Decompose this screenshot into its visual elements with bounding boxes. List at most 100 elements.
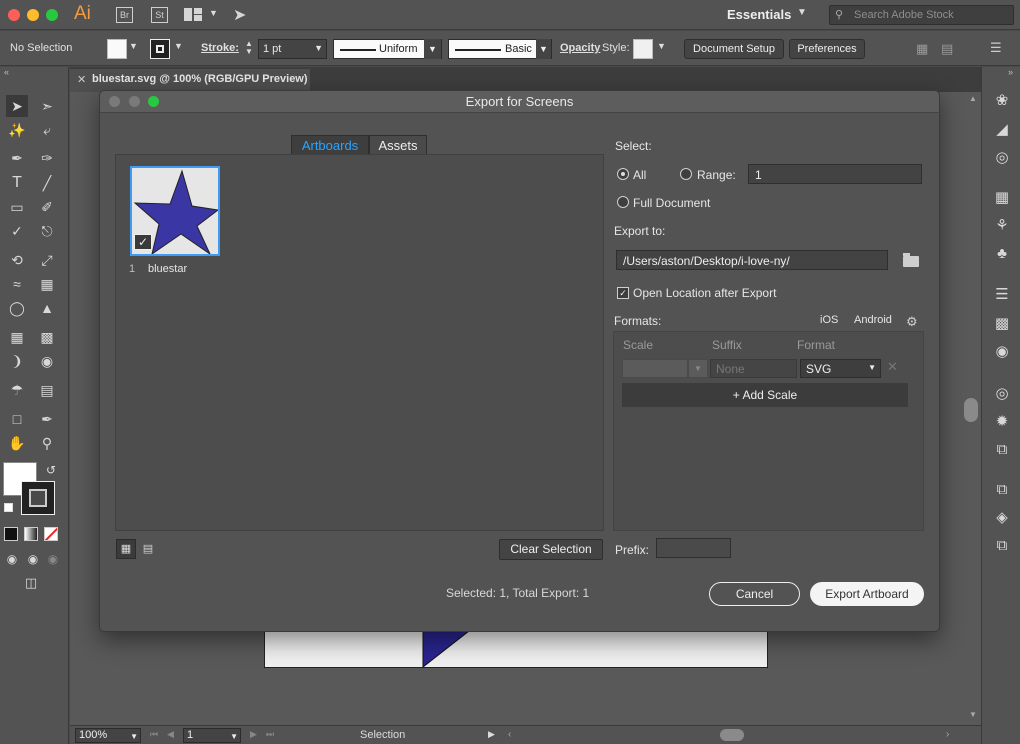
open-location-checkbox[interactable]: ✓ [617,287,629,299]
rotate-tool-icon[interactable]: ⟲ [6,249,28,271]
brushes-panel-icon[interactable]: ⚘ [991,215,1013,237]
prefix-input[interactable] [656,538,731,558]
column-graph-tool-icon[interactable]: ▤ [36,379,58,401]
align-icon[interactable]: ▦ [916,41,928,57]
list-view-button[interactable]: ▤ [138,539,158,559]
android-preset-button[interactable]: Android [854,314,892,326]
ios-preset-button[interactable]: iOS [820,314,838,326]
document-setup-button[interactable]: Document Setup [684,39,784,59]
scroll-right-icon[interactable]: › [946,729,949,740]
dialog-close-button[interactable] [109,96,120,107]
direct-selection-tool-icon[interactable]: ➣ [36,95,58,117]
draw-behind-icon[interactable]: ◉ [22,548,44,570]
curvature-tool-icon[interactable]: ✑ [36,147,58,169]
star-shape-fragment[interactable] [265,631,767,667]
color-panel-icon[interactable]: ❀ [991,90,1013,112]
color-themes-icon[interactable]: ◎ [991,147,1013,169]
variable-width-profile-dropdown[interactable]: Uniform ▼ [333,39,442,59]
free-transform-tool-icon[interactable]: ▦ [36,273,58,295]
color-guide-icon[interactable]: ◢ [991,119,1013,141]
shaper-tool-icon[interactable]: ✓ [6,220,28,242]
stroke-weight-stepper[interactable]: ▲ ▼ [243,40,255,58]
zoom-tool-icon[interactable]: ⚲ [36,432,58,454]
brush-definition-dropdown[interactable]: Basic ▼ [448,39,552,59]
panel-menu-icon[interactable]: ☰ [990,40,1002,56]
symbols-panel-icon[interactable]: ♣ [991,243,1013,265]
gear-icon[interactable]: ⚙ [906,314,918,330]
shape-builder-tool-icon[interactable]: ◯ [6,297,28,319]
fill-swatch[interactable] [107,39,127,59]
swap-colors-icon[interactable]: ↺ [46,463,56,477]
stroke-weight-dropdown[interactable]: 1 pt ▼ [258,39,327,59]
document-tab[interactable]: ✕ bluestar.svg @ 100% (RGB/GPU Preview) [70,69,310,92]
type-tool-icon[interactable]: T [6,172,28,194]
format-dropdown[interactable]: SVG ▼ [800,359,881,378]
chevron-down-icon[interactable]: ▼ [797,7,807,18]
first-artboard-icon[interactable]: ⏮ [150,729,158,740]
cancel-button[interactable]: Cancel [709,582,800,606]
zoom-window-button[interactable] [46,9,58,21]
expand-panels-icon[interactable]: » [1008,67,1013,77]
clear-selection-button[interactable]: Clear Selection [499,539,603,560]
scale-tool-icon[interactable]: ⤢ [36,249,58,271]
dialog-zoom-button[interactable] [148,96,159,107]
perspective-grid-tool-icon[interactable]: ▲ [36,297,58,319]
hand-tool-icon[interactable]: ✋ [6,432,28,454]
tab-artboards[interactable]: Artboards [291,135,369,155]
stock-button[interactable]: St [151,7,168,23]
workspace-switcher[interactable]: Essentials [727,7,791,22]
graphic-styles-panel-icon[interactable]: ✹ [991,411,1013,433]
artboard-name[interactable]: bluestar [148,263,187,275]
paintbrush-tool-icon[interactable]: ✐ [36,196,58,218]
opacity-label[interactable]: Opacity [560,42,600,54]
symbol-sprayer-tool-icon[interactable]: ☂ [6,379,28,401]
vertical-scroll-thumb[interactable] [964,398,978,422]
asset-export-panel-icon[interactable]: ⧉ [991,439,1013,461]
chevron-down-icon[interactable]: ▼ [174,41,183,51]
draw-normal-icon[interactable]: ◉ [1,548,23,570]
line-tool-icon[interactable]: ╱ [36,172,58,194]
preferences-button[interactable]: Preferences [789,39,865,59]
add-scale-button[interactable]: + Add Scale [622,383,908,407]
graphic-style-swatch[interactable] [633,39,653,59]
artboard-thumbnail[interactable]: ✓ [130,166,220,256]
export-path-input[interactable]: /Users/aston/Desktop/i-love-ny/ [616,250,888,270]
tab-assets[interactable]: Assets [369,135,427,155]
previous-artboard-icon[interactable]: ◀ [167,729,174,740]
full-document-radio[interactable] [617,196,629,208]
eraser-tool-icon[interactable]: ⎋ [36,220,58,242]
chevron-down-icon[interactable]: ▼ [657,41,666,51]
mesh-tool-icon[interactable]: ▦ [6,326,28,348]
range-label[interactable]: Range: [697,168,736,182]
range-radio[interactable] [680,168,692,180]
stock-search-input[interactable]: ⚲ Search Adobe Stock [829,5,1014,25]
export-artboard-button[interactable]: Export Artboard [810,582,924,606]
stroke-color-icon[interactable] [21,481,55,515]
horizontal-scroll-thumb[interactable] [720,729,744,741]
scroll-down-icon[interactable]: ▼ [969,710,977,719]
dialog-minimize-button[interactable] [129,96,140,107]
stroke-swatch[interactable] [150,39,170,59]
suffix-input[interactable]: None [710,359,797,378]
chevron-down-icon[interactable]: ▼ [209,8,218,18]
scroll-left-icon[interactable]: ‹ [508,729,511,740]
grid-view-button[interactable]: ▦ [116,539,136,559]
scale-dropdown[interactable] [622,359,688,378]
layers-panel-icon[interactable]: ◈ [991,507,1013,529]
swatches-panel-icon[interactable]: ▦ [991,187,1013,209]
artboard-select-checkbox[interactable]: ✓ [134,234,152,250]
arrange-documents-icon[interactable] [184,8,202,21]
default-colors-icon[interactable] [4,503,13,512]
folder-icon[interactable] [903,253,919,267]
chevron-down-icon[interactable]: ▼ [129,41,138,51]
scroll-up-icon[interactable]: ▲ [969,94,977,103]
export-panel-icon[interactable]: ⧉ [991,479,1013,501]
eyedropper-tool-icon[interactable]: ❩ [6,350,28,372]
last-artboard-icon[interactable]: ⏭ [266,729,274,740]
gradient-tool-icon[interactable]: ▩ [36,326,58,348]
select-all-radio[interactable] [617,168,629,180]
artboard-navigation-field[interactable]: 1 ▼ [183,728,241,743]
range-input[interactable]: 1 [748,164,922,184]
zoom-level-field[interactable]: 100% ▼ [75,728,141,743]
screen-mode-icon[interactable]: ◫ [20,572,42,594]
